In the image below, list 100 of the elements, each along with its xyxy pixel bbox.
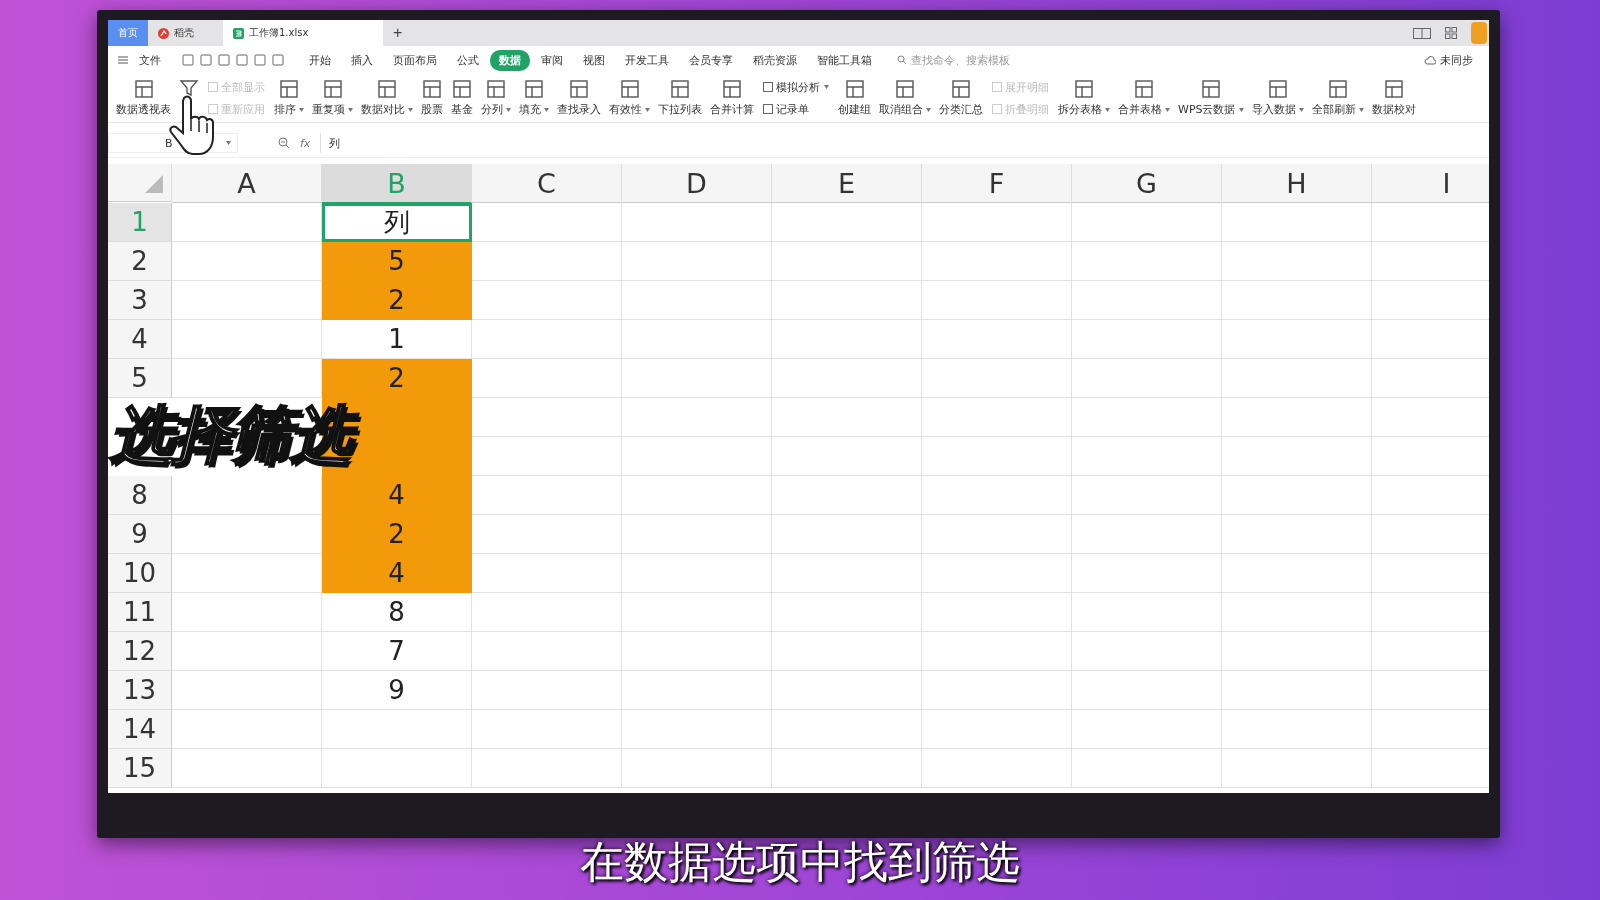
caret-icon [926, 107, 931, 112]
row-header[interactable]: 11 [108, 593, 172, 632]
new-tab-button[interactable]: + [383, 20, 413, 46]
ribbon-button[interactable]: 排序 [270, 79, 308, 117]
ribbon-button[interactable]: 取消组合 [875, 79, 935, 117]
menu-tab[interactable]: 公式 [448, 49, 488, 71]
table-cell: 9 [322, 671, 472, 710]
caret-icon [348, 107, 353, 112]
select-all-icon[interactable] [145, 175, 163, 193]
ribbon-button[interactable]: 拆分表格 [1054, 79, 1114, 117]
column-header[interactable]: E [772, 164, 922, 203]
row-header[interactable]: 15 [108, 749, 172, 788]
toolbar-icon[interactable] [200, 54, 212, 66]
table-cell: 4 [322, 476, 472, 515]
ribbon-button[interactable]: 基金 [447, 79, 477, 117]
column-header[interactable]: G [1072, 164, 1222, 203]
document-tab[interactable]: 稻壳 [148, 20, 223, 46]
column-header[interactable]: D [622, 164, 772, 203]
formula-field[interactable]: 列 [320, 133, 1489, 153]
cloud-icon [1424, 55, 1436, 65]
spreadsheet-icon [233, 27, 244, 39]
menu-tab[interactable]: 插入 [342, 49, 382, 71]
ribbon-button[interactable]: 数据透视表 [112, 79, 175, 117]
menu-tab[interactable]: 智能工具箱 [808, 49, 881, 71]
ribbon-button[interactable]: 合并表格 [1114, 79, 1174, 117]
sync-status[interactable]: 未同步 [1440, 52, 1473, 68]
menu-tab[interactable]: 页面布局 [384, 49, 446, 71]
table-cell: 2 [322, 281, 472, 320]
ribbon-button[interactable]: 创建组 [834, 79, 875, 117]
table-cell: 2 [322, 515, 472, 554]
ribbon-button[interactable]: 有效性 [605, 79, 654, 117]
column-header[interactable]: C [472, 164, 622, 203]
table-cell: 5 [322, 242, 472, 281]
ribbon-button[interactable]: 重复项 [308, 79, 357, 117]
toolbar-icon[interactable] [218, 54, 230, 66]
row-header[interactable]: 13 [108, 671, 172, 710]
menu-tab[interactable]: 视图 [574, 49, 614, 71]
ribbon-button[interactable]: WPS云数据 [1174, 79, 1248, 117]
function-label[interactable]: fx [300, 136, 311, 150]
table-cell: 4 [322, 554, 472, 593]
caret-icon [1238, 107, 1244, 112]
column-header[interactable]: H [1222, 164, 1372, 203]
funnel-icon [179, 78, 199, 98]
menu-tab[interactable]: 开发工具 [616, 49, 678, 71]
caret-icon [408, 107, 413, 112]
grid-icon[interactable] [1445, 27, 1457, 39]
menu-tab[interactable]: 稻壳资源 [744, 49, 806, 71]
window-layout-icon[interactable] [1413, 27, 1431, 39]
caret-icon [1105, 107, 1110, 112]
ribbon-button[interactable]: 数据校对 [1367, 79, 1420, 117]
caret-icon [824, 85, 829, 89]
ribbon-button[interactable]: 分类汇总 [935, 79, 987, 117]
row-header[interactable]: 5 [108, 359, 172, 398]
search-icon [897, 55, 907, 65]
ribbon-button[interactable]: 全部刷新 [1307, 79, 1368, 117]
ribbon-button[interactable]: 记录单 [763, 101, 829, 117]
docer-logo-icon [158, 27, 169, 39]
row-header[interactable]: 8 [108, 476, 172, 515]
row-header[interactable]: 10 [108, 554, 172, 593]
table-cell: 列 [322, 203, 472, 242]
ribbon-button[interactable]: 股票 [417, 79, 447, 117]
toolbar-icon[interactable] [182, 54, 194, 66]
row-header[interactable]: 9 [108, 515, 172, 554]
ribbon-button[interactable]: 填充 [515, 79, 553, 117]
ribbon-button[interactable]: 数据对比 [357, 79, 417, 117]
table-cell: 8 [322, 593, 472, 632]
menu-icon[interactable] [118, 56, 128, 64]
ribbon-button[interactable]: 导入数据 [1247, 79, 1308, 117]
caret-icon [1298, 107, 1304, 112]
table-cell: 2 [322, 359, 472, 398]
ribbon-button[interactable]: 模拟分析 [763, 79, 829, 95]
column-header[interactable]: A [172, 164, 322, 203]
caret-icon [506, 107, 511, 112]
row-header[interactable]: 2 [108, 242, 172, 281]
search-field[interactable]: 查找命令、搜索模板 [909, 52, 1073, 68]
table-cell: 7 [322, 632, 472, 671]
caret-icon [226, 141, 231, 145]
toolbar-icon[interactable] [236, 54, 248, 66]
caret-icon [1358, 107, 1364, 112]
ribbon-button[interactable]: 分列 [477, 79, 515, 117]
menu-tab[interactable]: 开始 [300, 49, 340, 71]
caret-icon [299, 107, 304, 112]
ribbon-button[interactable]: 下拉列表 [654, 79, 706, 117]
row-header[interactable]: 14 [108, 710, 172, 749]
row-header[interactable]: 4 [108, 320, 172, 359]
caret-icon [645, 107, 650, 112]
ribbon-button[interactable]: 查找录入 [553, 79, 605, 117]
video-caption: 在数据选项中找到筛选 [580, 836, 1020, 887]
row-header[interactable]: 12 [108, 632, 172, 671]
zoom-icon[interactable] [278, 137, 290, 149]
file-menu[interactable]: 文件 [130, 49, 170, 71]
column-header[interactable]: I [1372, 164, 1489, 203]
document-tab[interactable]: 工作簿1.xlsx [223, 20, 383, 46]
menu-tab[interactable]: 会员专享 [680, 49, 742, 71]
caret-icon [544, 107, 549, 112]
row-header[interactable]: 3 [108, 281, 172, 320]
caret-icon [1165, 107, 1170, 112]
ribbon-button[interactable]: 合并计算 [706, 79, 758, 117]
menu-tab[interactable]: 审阅 [532, 49, 572, 71]
column-header[interactable]: F [922, 164, 1072, 203]
